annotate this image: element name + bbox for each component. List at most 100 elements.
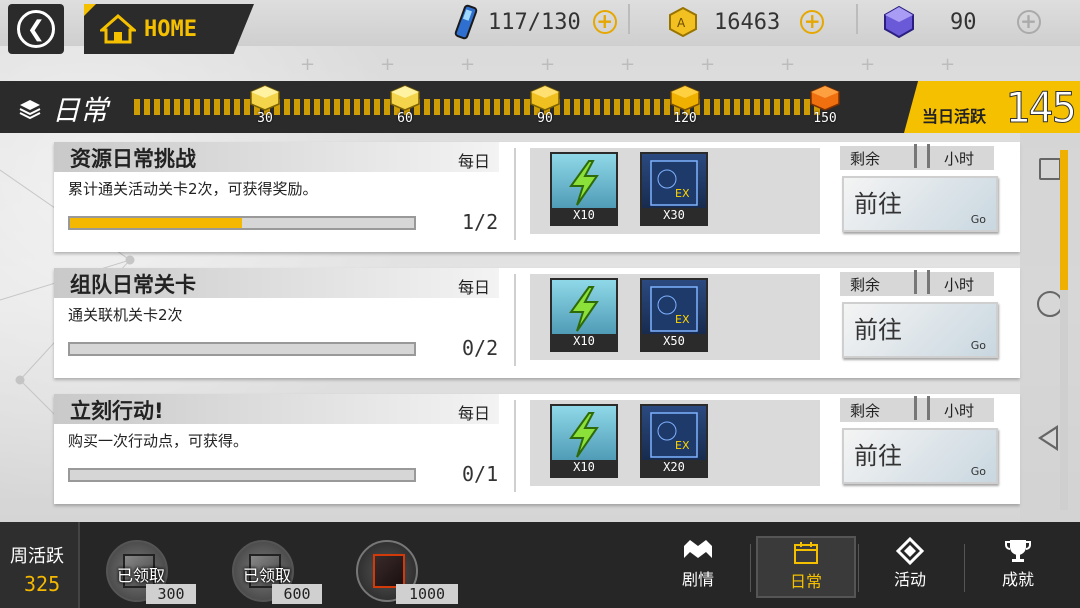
go-button-label: 前往 bbox=[854, 316, 902, 344]
reward-list: X10 EX X20 bbox=[530, 400, 820, 486]
coin-resource: A 16463 + bbox=[668, 4, 825, 40]
reward-item[interactable]: X10 bbox=[550, 278, 618, 352]
daily-title-text: 日常 bbox=[52, 94, 109, 127]
milestone-chest-icon bbox=[530, 85, 560, 111]
layers-icon bbox=[19, 100, 41, 120]
remaining-hours-value bbox=[914, 270, 930, 294]
task-card: 资源日常挑战 每日 累计通关活动关卡2次，可获得奖励。 1/2 X10 EX X… bbox=[54, 142, 1020, 252]
divider bbox=[514, 148, 516, 240]
tab-activity[interactable]: 活动 bbox=[860, 536, 960, 598]
back-arrow-icon: ❮ bbox=[17, 10, 55, 48]
go-button[interactable]: 前往 Go bbox=[842, 428, 998, 484]
svg-text:+: + bbox=[300, 54, 315, 75]
chest-threshold: 300 bbox=[146, 584, 196, 604]
today-activity-value: 145 bbox=[1005, 83, 1078, 133]
milestone-reward[interactable]: 90 bbox=[527, 85, 563, 126]
reward-item[interactable]: X10 bbox=[550, 152, 618, 226]
coin-add-button[interactable]: + bbox=[800, 10, 825, 34]
exp-book-icon: EX bbox=[646, 158, 702, 208]
svg-text:EX: EX bbox=[675, 439, 690, 452]
go-button-small-label: Go bbox=[970, 465, 986, 478]
milestone-value: 90 bbox=[537, 111, 553, 126]
task-frequency: 每日 bbox=[458, 278, 491, 297]
hours-unit-label: 小时 bbox=[944, 402, 975, 420]
crystal-value: 90 bbox=[950, 9, 977, 35]
scrollbar-thumb[interactable] bbox=[1060, 150, 1068, 290]
divider bbox=[628, 4, 630, 34]
task-card: 立刻行动! 每日 购买一次行动点，可获得。 0/1 X10 EX X20 剩余 … bbox=[54, 394, 1020, 504]
milestone-reward[interactable]: 30 bbox=[247, 85, 283, 126]
svg-text:+: + bbox=[780, 54, 795, 75]
coin-icon: A bbox=[669, 7, 697, 37]
svg-text:+: + bbox=[380, 54, 395, 75]
tab-achievement[interactable]: 成就 bbox=[968, 536, 1068, 598]
task-progress-text: 1/2 bbox=[462, 210, 499, 234]
reward-item[interactable]: X10 bbox=[550, 404, 618, 478]
reward-quantity: X10 bbox=[552, 460, 616, 476]
reward-item[interactable]: EX X20 bbox=[640, 404, 708, 478]
svg-text:A: A bbox=[677, 16, 686, 30]
go-button-label: 前往 bbox=[854, 442, 902, 470]
weekly-activity-value: 325 bbox=[24, 572, 61, 596]
time-remaining: 剩余 小时 bbox=[840, 144, 994, 170]
divider bbox=[514, 274, 516, 366]
corner-accent bbox=[84, 4, 96, 16]
lightning-icon bbox=[556, 284, 612, 334]
milestone-chest-icon bbox=[250, 85, 280, 111]
milestone-value: 30 bbox=[257, 111, 273, 126]
home-icon bbox=[100, 14, 136, 44]
task-name: 立刻行动! bbox=[70, 399, 164, 423]
milestone-reward[interactable]: 120 bbox=[667, 85, 703, 126]
story-icon bbox=[648, 536, 748, 566]
back-triangle-icon[interactable] bbox=[1038, 425, 1058, 451]
milestone-reward[interactable]: 60 bbox=[387, 85, 423, 126]
task-name: 资源日常挑战 bbox=[70, 147, 196, 171]
progress-fill bbox=[70, 218, 242, 228]
go-button[interactable]: 前往 Go bbox=[842, 302, 998, 358]
lightning-icon bbox=[556, 158, 612, 208]
divider bbox=[856, 4, 858, 34]
time-remaining: 剩余 小时 bbox=[840, 396, 994, 422]
divider bbox=[964, 544, 965, 592]
hours-unit-label: 小时 bbox=[944, 276, 975, 294]
svg-text:+: + bbox=[540, 54, 555, 75]
crystal-add-button[interactable]: + bbox=[1016, 10, 1041, 34]
reward-item[interactable]: EX X50 bbox=[640, 278, 708, 352]
milestone-reward[interactable]: 150 bbox=[807, 85, 843, 126]
recent-apps-icon[interactable] bbox=[1039, 158, 1061, 180]
task-progress-text: 0/1 bbox=[462, 462, 499, 486]
tab-story[interactable]: 剧情 bbox=[648, 536, 748, 598]
reward-quantity: X10 bbox=[552, 334, 616, 350]
go-button[interactable]: 前往 Go bbox=[842, 176, 998, 232]
svg-text:EX: EX bbox=[675, 187, 690, 200]
reward-item[interactable]: EX X30 bbox=[640, 152, 708, 226]
chest-threshold: 600 bbox=[272, 584, 322, 604]
task-description: 通关联机关卡2次 bbox=[68, 306, 183, 324]
go-button-small-label: Go bbox=[970, 339, 986, 352]
calendar-icon bbox=[758, 538, 854, 568]
reward-quantity: X20 bbox=[642, 460, 706, 476]
crystal-cube-icon bbox=[884, 6, 914, 38]
energy-value: 117/130 bbox=[488, 9, 581, 35]
lightning-icon bbox=[556, 410, 612, 460]
milestone-chest-icon bbox=[390, 85, 420, 111]
reward-list: X10 EX X50 bbox=[530, 274, 820, 360]
milestone-value: 120 bbox=[673, 111, 697, 126]
tab-story-label: 剧情 bbox=[681, 570, 714, 589]
remaining-hours-value bbox=[914, 144, 930, 168]
remaining-hours-value bbox=[914, 396, 930, 420]
bottom-navigation: 剧情 日常 活动 成就 bbox=[640, 522, 1080, 608]
divider bbox=[858, 544, 859, 592]
svg-text:+: + bbox=[620, 54, 635, 75]
home-button[interactable]: HOME bbox=[84, 4, 254, 54]
back-button[interactable]: ❮ bbox=[8, 4, 64, 54]
go-button-small-label: Go bbox=[970, 213, 986, 226]
activity-diamond-icon bbox=[860, 536, 960, 566]
svg-text:EX: EX bbox=[675, 313, 690, 326]
remaining-label: 剩余 bbox=[850, 150, 881, 168]
reward-quantity: X50 bbox=[642, 334, 706, 350]
reward-list: X10 EX X30 bbox=[530, 148, 820, 234]
energy-add-button[interactable]: + bbox=[592, 10, 617, 34]
weekly-activity-label: 周活跃 bbox=[10, 546, 64, 567]
tab-daily[interactable]: 日常 bbox=[756, 536, 856, 598]
